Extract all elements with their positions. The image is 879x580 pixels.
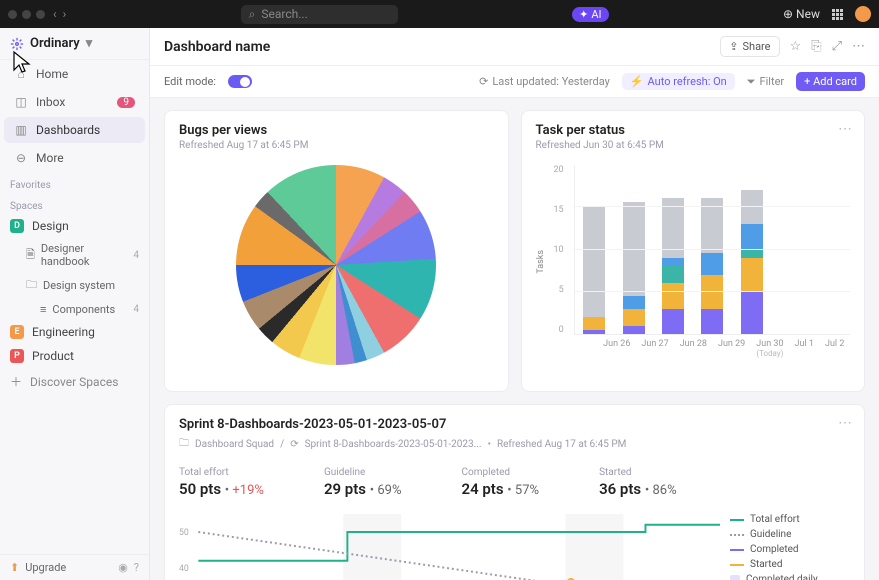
stat-started: Started 36 pts • 86%	[599, 467, 677, 498]
user-avatar[interactable]	[855, 6, 871, 22]
sidebar-item-home[interactable]: ⌂Home	[4, 61, 145, 87]
stat-total-effort: Total effort 50 pts • +19%	[179, 467, 264, 498]
y-axis-label: Tasks	[536, 250, 546, 274]
space-engineering[interactable]: EEngineering	[0, 320, 149, 344]
apps-icon[interactable]	[832, 9, 843, 20]
app-topbar: ‹ › ⌕ Search... ✦ AI ⊕ New	[0, 0, 879, 28]
x-axis: Jun 26Jun 27Jun 28Jun 29Jun 30(Today)Jul…	[598, 339, 850, 358]
lightning-icon: ⚡	[630, 75, 644, 88]
inbox-icon: ◫	[14, 95, 28, 109]
space-badge: D	[10, 219, 24, 233]
card-title: Task per status	[536, 123, 851, 138]
svg-text:40: 40	[179, 564, 189, 574]
stat-completed: Completed 24 pts • 57%	[462, 467, 540, 498]
stat-guideline: Guideline 29 pts • 69%	[324, 467, 402, 498]
plus-circle-icon: ⊕	[783, 7, 793, 21]
auto-refresh[interactable]: ⚡Auto refresh: On	[622, 73, 735, 90]
workspace-icon	[10, 37, 24, 51]
folder-design-system[interactable]: 🗀Design system	[0, 272, 149, 299]
pie-chart	[236, 165, 436, 365]
space-badge: E	[10, 325, 24, 339]
card-title: Sprint 8-Dashboards-2023-05-01-2023-05-0…	[179, 417, 850, 432]
refresh-icon: ⟳	[479, 75, 488, 88]
folder-icon: 🗀	[179, 436, 189, 453]
page-title: Dashboard name	[164, 39, 270, 55]
ai-button[interactable]: ✦ AI	[572, 7, 608, 22]
main-area: Dashboard name ⇪Share ☆ ⎘ ⤢ ⋯ Edit mode:…	[150, 28, 879, 580]
space-product[interactable]: PProduct	[0, 344, 149, 368]
help-icon[interactable]: ?	[134, 561, 139, 574]
sidebar-item-more[interactable]: ⊖More	[4, 145, 145, 171]
global-search[interactable]: ⌕ Search...	[241, 5, 398, 24]
upgrade-button[interactable]: Upgrade	[25, 561, 66, 574]
sidebar: Ordinary ▾ ⌂Home ◫Inbox9 ▥Dashboards ⊖Mo…	[0, 28, 150, 580]
star-icon[interactable]: ☆	[790, 39, 802, 54]
discover-spaces[interactable]: ＋Discover Spaces	[0, 368, 149, 395]
folder-designer-handbook[interactable]: 🗎Designer handbook4	[0, 238, 149, 272]
sidebar-item-dashboards[interactable]: ▥Dashboards	[4, 117, 145, 143]
y-axis: 20151050	[554, 165, 568, 335]
breadcrumb: 🗀 Dashboard Squad / ⟳ Sprint 8-Dashboard…	[179, 436, 850, 453]
add-card-button[interactable]: + Add card	[796, 72, 865, 91]
card-title: Bugs per views	[179, 123, 494, 138]
spaces-label: Spaces	[0, 193, 149, 214]
sprint-icon: ⟳	[290, 439, 298, 450]
card-sprint: Sprint 8-Dashboards-2023-05-01-2023-05-0…	[164, 404, 865, 580]
list-icon: ≡	[40, 303, 46, 316]
card-menu-icon[interactable]: ⋯	[838, 121, 852, 137]
nav-forward-icon[interactable]: ›	[63, 7, 67, 21]
share-icon: ⇪	[729, 40, 738, 53]
home-icon: ⌂	[14, 67, 28, 81]
space-design[interactable]: DDesign	[0, 214, 149, 238]
card-subtitle: Refreshed Aug 17 at 6:45 PM	[179, 140, 494, 151]
workspace-switcher[interactable]: Ordinary ▾	[0, 28, 149, 60]
edit-mode-toggle[interactable]	[228, 75, 252, 88]
last-updated[interactable]: ⟳Last updated: Yesterday	[479, 75, 610, 88]
card-menu-icon[interactable]: ⋯	[838, 415, 852, 431]
search-placeholder: Search...	[261, 7, 307, 21]
chart-legend: Total effort Guideline Completed Started…	[730, 514, 850, 580]
sidebar-item-inbox[interactable]: ◫Inbox9	[4, 89, 145, 115]
upgrade-icon: ⬆	[10, 561, 19, 574]
sprint-line-chart: 504030	[179, 514, 720, 580]
sidebar-footer: ⬆ Upgrade ◉ ?	[0, 554, 149, 580]
more-menu-icon[interactable]: ⋯	[852, 39, 865, 54]
share-button[interactable]: ⇪Share	[720, 36, 779, 57]
filter-icon: ⏷	[747, 75, 756, 89]
expand-icon[interactable]: ⤢	[832, 39, 842, 54]
dashboard-toolbar: Edit mode: ⟳Last updated: Yesterday ⚡Aut…	[150, 66, 879, 98]
inbox-badge: 9	[117, 97, 135, 108]
sparkle-icon: ✦	[579, 8, 588, 21]
bar-chart-area	[574, 165, 850, 335]
edit-mode-label: Edit mode:	[164, 75, 216, 88]
duplicate-icon[interactable]: ⎘	[811, 39, 821, 54]
page-header: Dashboard name ⇪Share ☆ ⎘ ⤢ ⋯	[150, 28, 879, 66]
person-icon[interactable]: ◉	[118, 561, 128, 574]
list-components[interactable]: ≡Components4	[0, 299, 149, 320]
document-icon: 🗎	[26, 246, 35, 265]
card-subtitle: Refreshed Jun 30 at 6:45 PM	[536, 140, 851, 151]
search-icon: ⌕	[249, 7, 256, 22]
card-task-per-status: Task per status Refreshed Jun 30 at 6:45…	[521, 110, 866, 392]
plus-icon: ＋	[10, 373, 22, 390]
card-bugs-per-views: Bugs per views Refreshed Aug 17 at 6:45 …	[164, 110, 509, 392]
space-badge: P	[10, 349, 24, 363]
svg-text:50: 50	[179, 528, 189, 538]
favorites-label: Favorites	[0, 172, 149, 193]
new-button[interactable]: ⊕ New	[783, 7, 820, 21]
folder-icon: 🗀	[26, 276, 37, 295]
window-controls[interactable]	[8, 10, 45, 19]
dashboard-icon: ▥	[14, 123, 28, 137]
nav-back-icon[interactable]: ‹	[53, 7, 57, 21]
chevron-down-icon: ▾	[86, 36, 93, 51]
more-icon: ⊖	[14, 151, 28, 165]
filter-button[interactable]: ⏷Filter	[747, 75, 784, 89]
